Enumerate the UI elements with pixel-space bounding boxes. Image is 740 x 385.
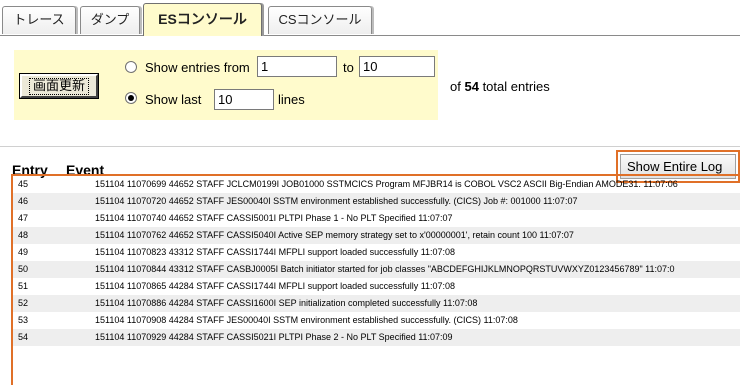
total-prefix: of xyxy=(450,79,461,94)
event-text: 151104 11070865 44284 STAFF CASSI1744I M… xyxy=(95,281,456,291)
tab-bar: トレース ダンプ ESコンソール CSコンソール xyxy=(0,0,740,36)
table-row: 54 151104 11070929 44284 STAFF CASSI5021I… xyxy=(13,329,740,346)
entry-number: 46 xyxy=(18,196,29,206)
tab-trace[interactable]: トレース xyxy=(2,6,76,34)
show-last-radio[interactable] xyxy=(125,92,137,104)
event-text: 151104 11070762 44652 STAFF CASSI5040I A… xyxy=(95,230,574,240)
show-last-label: Show last xyxy=(145,92,202,107)
table-row: 51 151104 11070865 44284 STAFF CASSI1744I… xyxy=(13,278,740,295)
entry-number: 53 xyxy=(18,315,29,325)
entry-number: 47 xyxy=(18,213,29,223)
header-divider xyxy=(0,146,740,147)
event-text: 151104 11070844 43312 STAFF CASBJ0005I B… xyxy=(95,264,675,274)
entry-number: 50 xyxy=(18,264,29,274)
table-row: 52 151104 11070886 44284 STAFF CASSI1600I… xyxy=(13,295,740,312)
entry-number: 51 xyxy=(18,281,29,291)
event-text: 151104 11070823 43312 STAFF CASSI1744I M… xyxy=(95,247,456,257)
entry-number: 49 xyxy=(18,247,29,257)
entry-number: 45 xyxy=(18,179,29,189)
event-text: 151104 11070720 44652 STAFF JES00040I SS… xyxy=(95,196,578,206)
tab-es-console[interactable]: ESコンソール xyxy=(143,3,262,36)
table-row: 50 151104 11070844 43312 STAFF CASBJ0005I… xyxy=(13,261,740,278)
total-count: 54 xyxy=(464,79,479,94)
tab-divider xyxy=(0,35,740,36)
event-text: 151104 11070699 44652 STAFF JCLCM0199I J… xyxy=(95,179,678,189)
table-row: 45 151104 11070699 44652 STAFF JCLCM0199I… xyxy=(13,176,740,193)
event-text: 151104 11070908 44284 STAFF JES00040I SS… xyxy=(95,315,518,325)
event-text: 151104 11070740 44652 STAFF CASSI5001I P… xyxy=(95,213,453,223)
refresh-button-label: 画面更新 xyxy=(28,77,89,95)
table-row: 47 151104 11070740 44652 STAFF CASSI5001I… xyxy=(13,210,740,227)
event-text: 151104 11070929 44284 STAFF CASSI5021I P… xyxy=(95,332,453,342)
show-entries-from-label: Show entries from xyxy=(145,60,250,75)
to-input[interactable] xyxy=(359,56,435,77)
lines-label: lines xyxy=(278,92,305,107)
to-label: to xyxy=(343,60,354,75)
log-table: 45 151104 11070699 44652 STAFF JCLCM0199I… xyxy=(11,174,740,385)
table-row: 46 151104 11070720 44652 STAFF JES00040I … xyxy=(13,193,740,210)
total-suffix: total entries xyxy=(482,79,550,94)
entry-number: 48 xyxy=(18,230,29,240)
refresh-button[interactable]: 画面更新 xyxy=(19,73,99,99)
tab-dump[interactable]: ダンプ xyxy=(80,6,140,34)
last-lines-input[interactable] xyxy=(214,89,274,110)
event-text: 151104 11070886 44284 STAFF CASSI1600I S… xyxy=(95,298,478,308)
tab-cs-console[interactable]: CSコンソール xyxy=(268,6,372,34)
show-entries-from-radio[interactable] xyxy=(125,61,137,73)
total-entries: of 54 total entries xyxy=(450,79,550,94)
entry-number: 52 xyxy=(18,298,29,308)
table-row: 49 151104 11070823 43312 STAFF CASSI1744I… xyxy=(13,244,740,261)
table-row: 48 151104 11070762 44652 STAFF CASSI5040I… xyxy=(13,227,740,244)
entry-number: 54 xyxy=(18,332,29,342)
from-input[interactable] xyxy=(257,56,337,77)
filter-panel: 画面更新 Show entries from to Show last line… xyxy=(14,50,438,120)
table-row: 53 151104 11070908 44284 STAFF JES00040I … xyxy=(13,312,740,329)
